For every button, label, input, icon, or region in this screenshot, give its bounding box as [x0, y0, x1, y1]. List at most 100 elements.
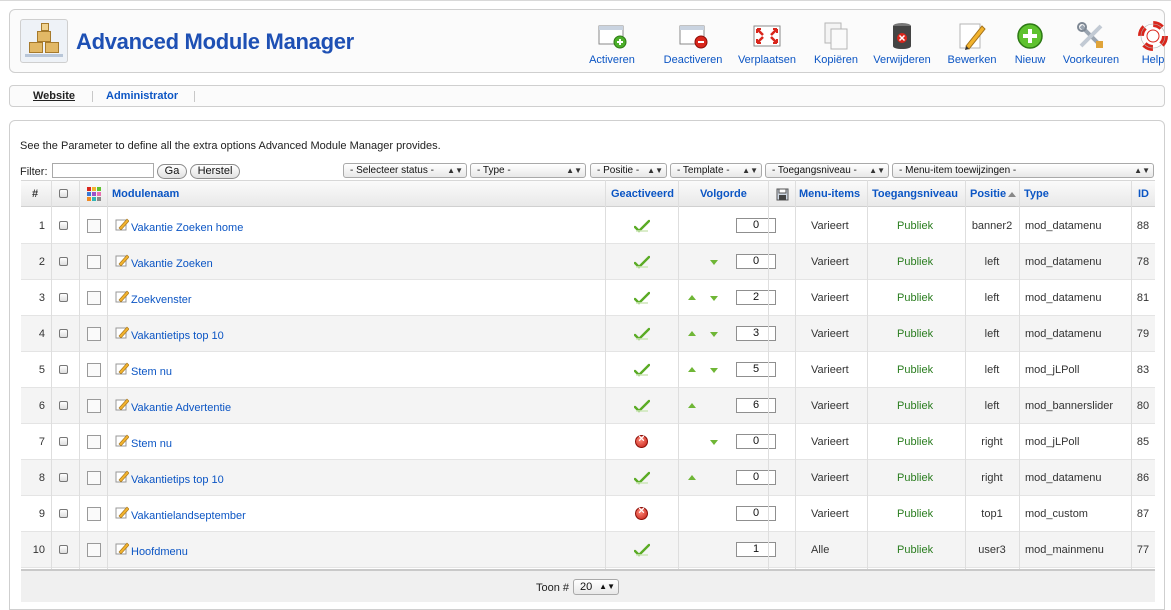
- module-name-link[interactable]: Vakantietips top 10: [131, 330, 224, 342]
- header-position[interactable]: Positie: [970, 188, 1006, 200]
- row-checkbox[interactable]: [59, 365, 68, 374]
- disabled-x-icon[interactable]: [635, 505, 648, 520]
- move-down-icon[interactable]: [710, 368, 718, 373]
- access-level-select[interactable]: - Toegangsniveau - ▲▼: [765, 163, 889, 178]
- enabled-check-icon[interactable]: [634, 471, 650, 485]
- order-input[interactable]: 0: [736, 470, 776, 485]
- row-checkbox[interactable]: [59, 329, 68, 338]
- edit-pencil-icon[interactable]: [115, 470, 129, 483]
- access-level-value[interactable]: Publiek: [897, 508, 933, 520]
- edit-pencil-icon[interactable]: [115, 290, 129, 303]
- activate-button[interactable]: Activeren: [582, 14, 642, 72]
- module-name-link[interactable]: Stem nu: [131, 366, 172, 378]
- enabled-check-icon[interactable]: [634, 363, 650, 377]
- enabled-check-icon[interactable]: [634, 255, 650, 269]
- type-select[interactable]: - Type - ▲▼: [470, 163, 586, 178]
- move-down-icon[interactable]: [710, 440, 718, 445]
- row-checkbox[interactable]: [59, 473, 68, 482]
- move-up-icon[interactable]: [688, 403, 696, 408]
- enabled-check-icon[interactable]: [634, 327, 650, 341]
- template-select[interactable]: - Template - ▲▼: [670, 163, 762, 178]
- edit-pencil-icon[interactable]: [115, 218, 129, 231]
- order-input[interactable]: 3: [736, 326, 776, 341]
- module-name-link[interactable]: Vakantie Zoeken home: [131, 222, 243, 234]
- row-checkbox[interactable]: [59, 545, 68, 554]
- row-checkbox[interactable]: [59, 401, 68, 410]
- move-up-icon[interactable]: [688, 295, 696, 300]
- enabled-check-icon[interactable]: [634, 219, 650, 233]
- menu-assignment-select[interactable]: - Menu-item toewijzingen - ▲▼: [892, 163, 1154, 178]
- row-checkbox[interactable]: [59, 509, 68, 518]
- header-access-level[interactable]: Toegangsniveau: [872, 188, 958, 200]
- header-menu-items[interactable]: Menu-items: [799, 188, 860, 200]
- new-button[interactable]: Nieuw: [1010, 14, 1050, 72]
- move-down-icon[interactable]: [710, 332, 718, 337]
- edit-pencil-icon[interactable]: [115, 362, 129, 375]
- access-level-value[interactable]: Publiek: [897, 436, 933, 448]
- copy-button[interactable]: Kopiëren: [808, 14, 864, 72]
- enabled-check-icon[interactable]: [634, 399, 650, 413]
- move-down-icon[interactable]: [710, 260, 718, 265]
- header-enabled[interactable]: Geactiveerd: [611, 188, 674, 200]
- order-input[interactable]: 0: [736, 434, 776, 449]
- module-name-link[interactable]: Stem nu: [131, 438, 172, 450]
- access-level-value[interactable]: Publiek: [897, 472, 933, 484]
- header-order[interactable]: Volgorde: [700, 188, 747, 200]
- edit-pencil-icon[interactable]: [115, 254, 129, 267]
- module-name-link[interactable]: Hoofdmenu: [131, 546, 188, 558]
- enabled-check-icon[interactable]: [634, 543, 650, 557]
- module-name-link[interactable]: Zoekvenster: [131, 294, 192, 306]
- module-name-link[interactable]: Vakantielandseptember: [131, 510, 246, 522]
- edit-pencil-icon[interactable]: [115, 326, 129, 339]
- disabled-x-icon[interactable]: [635, 433, 648, 448]
- position-select[interactable]: - Positie - ▲▼: [590, 163, 667, 178]
- status-select[interactable]: - Selecteer status - ▲▼: [343, 163, 467, 178]
- go-button[interactable]: Ga: [157, 164, 187, 179]
- access-level-value[interactable]: Publiek: [897, 220, 933, 232]
- order-input[interactable]: 0: [736, 506, 776, 521]
- preferences-button[interactable]: Voorkeuren: [1058, 14, 1124, 72]
- row-checkbox[interactable]: [59, 293, 68, 302]
- move-down-icon[interactable]: [710, 296, 718, 301]
- order-input[interactable]: 6: [736, 398, 776, 413]
- save-order-icon[interactable]: [776, 188, 789, 201]
- module-name-link[interactable]: Vakantie Advertentie: [131, 402, 231, 414]
- header-module-name[interactable]: Modulenaam: [112, 188, 179, 200]
- order-input[interactable]: 2: [736, 290, 776, 305]
- edit-pencil-icon[interactable]: [115, 506, 129, 519]
- access-level-value[interactable]: Publiek: [897, 400, 933, 412]
- submenu-item-website[interactable]: Website: [33, 90, 75, 102]
- help-button[interactable]: Help: [1134, 14, 1171, 72]
- module-name-link[interactable]: Vakantietips top 10: [131, 474, 224, 486]
- row-checkbox[interactable]: [59, 221, 68, 230]
- edit-pencil-icon[interactable]: [115, 398, 129, 411]
- submenu-item-administrator[interactable]: Administrator: [106, 90, 178, 102]
- module-name-link[interactable]: Vakantie Zoeken: [131, 258, 213, 270]
- access-level-value[interactable]: Publiek: [897, 292, 933, 304]
- edit-pencil-icon[interactable]: [115, 434, 129, 447]
- filter-input[interactable]: [52, 163, 154, 178]
- deactivate-button[interactable]: Deactiveren: [658, 14, 728, 72]
- access-level-value[interactable]: Publiek: [897, 364, 933, 376]
- edit-pencil-icon[interactable]: [115, 542, 129, 555]
- reset-button[interactable]: Herstel: [190, 164, 240, 179]
- order-input[interactable]: 0: [736, 218, 776, 233]
- move-up-icon[interactable]: [688, 367, 696, 372]
- page-size-select[interactable]: 20 ▲▼: [573, 579, 619, 595]
- move-up-icon[interactable]: [688, 475, 696, 480]
- row-checkbox[interactable]: [59, 437, 68, 446]
- access-level-value[interactable]: Publiek: [897, 256, 933, 268]
- edit-button[interactable]: Bewerken: [942, 14, 1002, 72]
- order-input[interactable]: 0: [736, 254, 776, 269]
- delete-button[interactable]: Verwijderen: [870, 14, 934, 72]
- order-input[interactable]: 5: [736, 362, 776, 377]
- select-all-checkbox[interactable]: [59, 189, 68, 198]
- move-button[interactable]: Verplaatsen: [736, 14, 798, 72]
- order-input[interactable]: 1: [736, 542, 776, 557]
- move-up-icon[interactable]: [688, 331, 696, 336]
- header-type[interactable]: Type: [1024, 188, 1049, 200]
- header-id[interactable]: ID: [1138, 188, 1149, 200]
- enabled-check-icon[interactable]: [634, 291, 650, 305]
- row-checkbox[interactable]: [59, 257, 68, 266]
- access-level-value[interactable]: Publiek: [897, 544, 933, 556]
